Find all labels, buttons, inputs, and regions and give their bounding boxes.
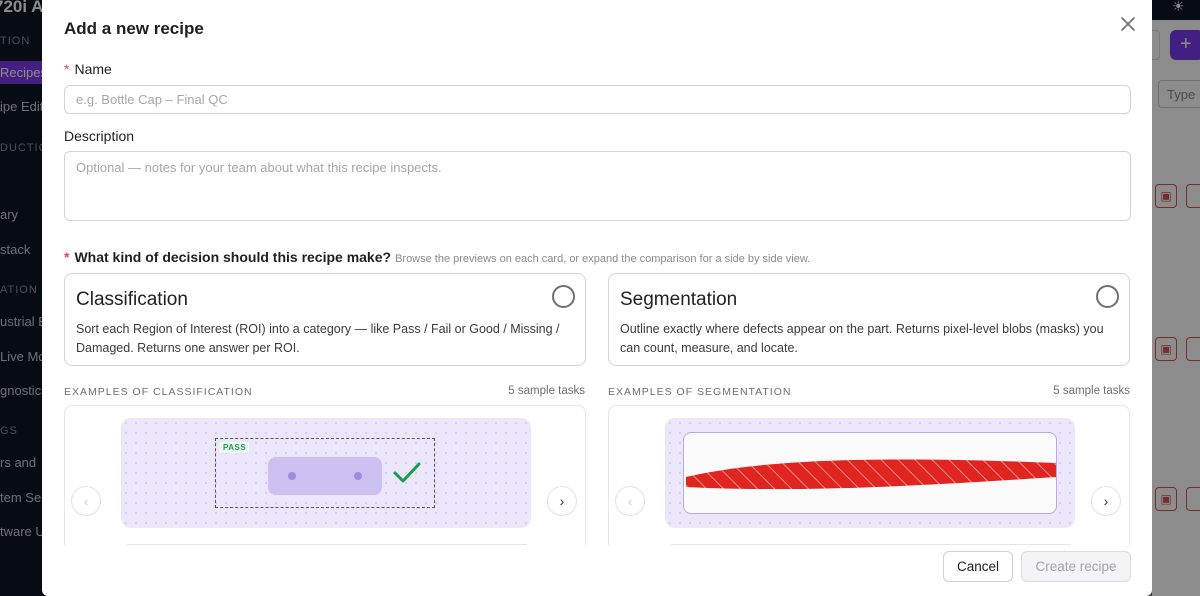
description-label: Description (64, 128, 135, 144)
segmentation-option-card[interactable]: Segmentation Outline exactly where defec… (608, 273, 1130, 366)
close-icon[interactable] (1118, 14, 1138, 34)
segmentation-examples-heading: EXAMPLES OF SEGMENTATION (608, 386, 792, 398)
part-shape (268, 457, 382, 495)
preview-divider (127, 544, 527, 545)
segmentation-preview-carousel: ‹ › (608, 405, 1130, 545)
classification-title: Classification (76, 289, 188, 310)
segmentation-prev-button[interactable]: ‹ (615, 486, 645, 516)
pass-tag: PASS (220, 442, 250, 453)
segmentation-next-button[interactable]: › (1091, 486, 1121, 516)
part-hole (288, 472, 296, 480)
classification-option-card[interactable]: Classification Sort each Region of Inter… (64, 273, 586, 366)
preview-divider (671, 544, 1071, 545)
decision-question: * What kind of decision should this recip… (64, 249, 810, 265)
segmentation-frame (683, 432, 1057, 514)
segmentation-radio[interactable] (1096, 285, 1119, 308)
dialog-title: Add a new recipe (64, 19, 204, 38)
classification-examples-count: 5 sample tasks (508, 385, 585, 397)
segmentation-preview-image (665, 418, 1075, 528)
required-marker: * (64, 249, 70, 265)
classification-next-button[interactable]: › (547, 486, 577, 516)
cancel-button[interactable]: Cancel (943, 551, 1013, 582)
description-input[interactable] (64, 151, 1131, 221)
check-icon (393, 462, 421, 483)
name-label-text: Name (74, 61, 112, 77)
required-marker: * (64, 61, 70, 77)
classification-examples-heading: EXAMPLES OF CLASSIFICATION (64, 386, 253, 398)
classification-radio[interactable] (552, 285, 575, 308)
part-hole (354, 472, 362, 480)
segmentation-description: Outline exactly where defects appear on … (620, 322, 1104, 355)
decision-question-text: What kind of decision should this recipe… (74, 249, 392, 265)
classification-description: Sort each Region of Interest (ROI) into … (76, 322, 560, 355)
classification-preview-carousel: PASS ‹ › (64, 405, 586, 545)
create-recipe-button[interactable]: Create recipe (1021, 551, 1131, 582)
segmentation-title: Segmentation (620, 289, 738, 310)
roi-box: PASS (215, 438, 435, 508)
name-input[interactable] (64, 85, 1131, 114)
add-recipe-dialog: Add a new recipe *Name Description *What… (42, 0, 1152, 596)
decision-hint: Browse the previews on each card, or exp… (395, 253, 811, 265)
classification-prev-button[interactable]: ‹ (71, 486, 101, 516)
classification-preview-image: PASS (121, 418, 531, 528)
defect-mask-shape (686, 459, 1056, 490)
name-label: * Name (64, 61, 112, 77)
segmentation-examples-count: 5 sample tasks (1053, 385, 1130, 397)
